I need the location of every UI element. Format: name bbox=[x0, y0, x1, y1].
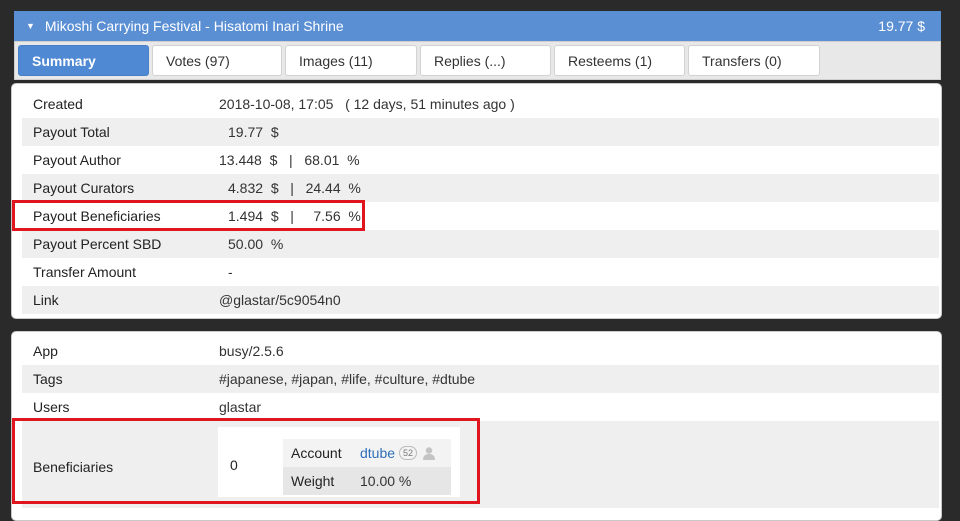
highlight-payout-beneficiaries bbox=[12, 200, 365, 231]
row-app: App busy/2.5.6 bbox=[22, 337, 939, 365]
tags-label: Tags bbox=[33, 371, 63, 387]
tab-transfers[interactable]: Transfers (0) bbox=[688, 45, 820, 76]
users-label: Users bbox=[33, 399, 70, 415]
post-title: Mikoshi Carrying Festival - Hisatomi Ina… bbox=[44, 18, 344, 34]
tab-summary[interactable]: Summary bbox=[18, 45, 149, 76]
created-value: 2018-10-08, 17:05 ( 12 days, 51 minutes … bbox=[219, 96, 515, 112]
payout-author-value: 13.448 $ | 68.01 % bbox=[219, 152, 360, 168]
row-payout-percent-sbd: Payout Percent SBD 50.00 % bbox=[22, 230, 939, 258]
transfer-amount-value: - bbox=[228, 264, 233, 280]
highlight-beneficiaries bbox=[12, 418, 480, 504]
tab-votes[interactable]: Votes (97) bbox=[152, 45, 282, 76]
row-created: Created 2018-10-08, 17:05 ( 12 days, 51 … bbox=[22, 90, 939, 118]
row-link: Link @glastar/5c9054n0 bbox=[22, 286, 939, 314]
post-header[interactable]: ▼ Mikoshi Carrying Festival - Hisatomi I… bbox=[14, 11, 941, 41]
payout-percent-label: Payout Percent SBD bbox=[33, 236, 162, 252]
payout-curators-value: 4.832 $ | 24.44 % bbox=[228, 180, 361, 196]
tags-links[interactable]: #japanese, #japan, #life, #culture, #dtu… bbox=[219, 365, 475, 393]
row-tags: Tags #japanese, #japan, #life, #culture,… bbox=[22, 365, 939, 393]
row-payout-curators: Payout Curators 4.832 $ | 24.44 % bbox=[22, 174, 939, 202]
post-link[interactable]: @glastar/5c9054n0 bbox=[219, 286, 341, 314]
tab-bar: Summary Votes (97) Images (11) Replies (… bbox=[14, 41, 941, 80]
payout-author-label: Payout Author bbox=[33, 152, 121, 168]
chevron-down-icon[interactable]: ▼ bbox=[26, 21, 35, 31]
created-label: Created bbox=[33, 96, 83, 112]
page: ▼ Mikoshi Carrying Festival - Hisatomi I… bbox=[0, 0, 960, 521]
payout-total-value: 19.77 $ bbox=[228, 124, 279, 140]
row-payout-author: Payout Author 13.448 $ | 68.01 % bbox=[22, 146, 939, 174]
transfer-amount-label: Transfer Amount bbox=[33, 264, 136, 280]
row-users: Users glastar bbox=[22, 393, 939, 421]
post-payout-amount: 19.77 $ bbox=[878, 18, 925, 34]
app-value: busy/2.5.6 bbox=[219, 343, 284, 359]
link-label: Link bbox=[33, 292, 59, 308]
payout-total-label: Payout Total bbox=[33, 124, 110, 140]
tab-images[interactable]: Images (11) bbox=[285, 45, 417, 76]
row-transfer-amount: Transfer Amount - bbox=[22, 258, 939, 286]
payout-curators-label: Payout Curators bbox=[33, 180, 135, 196]
payout-percent-value: 50.00 % bbox=[228, 236, 284, 252]
user-link[interactable]: glastar bbox=[219, 393, 261, 421]
tab-replies[interactable]: Replies (...) bbox=[420, 45, 551, 76]
tab-resteems[interactable]: Resteems (1) bbox=[554, 45, 685, 76]
row-payout-total: Payout Total 19.77 $ bbox=[22, 118, 939, 146]
app-label: App bbox=[33, 343, 58, 359]
